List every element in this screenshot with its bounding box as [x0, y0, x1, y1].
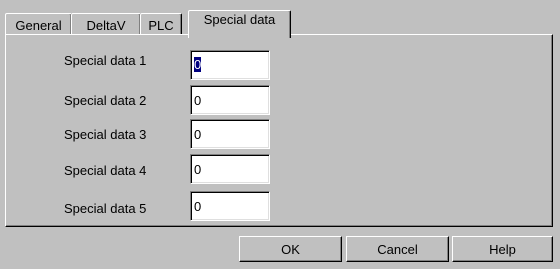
- special-data-5-label: Special data 5: [64, 201, 147, 216]
- tab-general[interactable]: General: [5, 13, 72, 35]
- special-data-3-input[interactable]: [190, 119, 270, 149]
- special-data-3-label: Special data 3: [64, 127, 147, 142]
- special-data-1-value: 0: [194, 57, 202, 72]
- tab-special-data[interactable]: Special data: [188, 10, 291, 38]
- tab-deltav[interactable]: DeltaV: [71, 13, 141, 35]
- special-data-5-input[interactable]: [190, 191, 270, 221]
- special-data-page: Special data 1 0 Special data 2 Special …: [5, 34, 553, 227]
- help-button[interactable]: Help: [452, 236, 553, 262]
- dialog-button-bar: OK Cancel Help: [0, 227, 560, 269]
- special-data-1-input[interactable]: 0: [190, 50, 270, 80]
- cancel-button[interactable]: Cancel: [346, 236, 449, 262]
- special-data-4-label: Special data 4: [64, 163, 147, 178]
- tab-strip: General DeltaV PLC Special data: [0, 0, 560, 38]
- ok-button[interactable]: OK: [239, 236, 342, 262]
- special-data-4-input[interactable]: [190, 154, 270, 184]
- tab-plc[interactable]: PLC: [140, 13, 182, 35]
- special-data-2-label: Special data 2: [64, 93, 147, 108]
- special-data-1-label: Special data 1: [64, 53, 147, 68]
- special-data-2-input[interactable]: [190, 85, 270, 115]
